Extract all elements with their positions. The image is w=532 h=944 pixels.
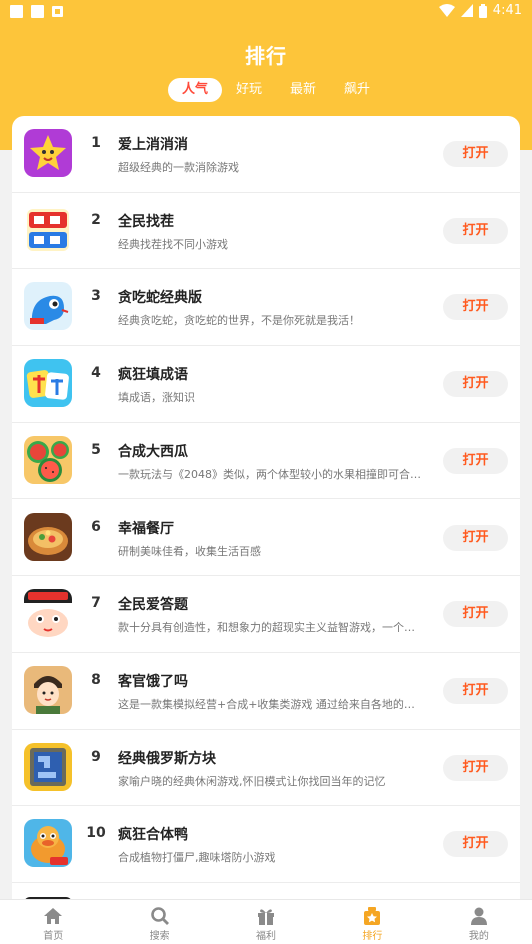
snake-icon (24, 282, 72, 331)
list-item[interactable]: 5 合成大西瓜 一款玩法与《2048》类似，两个体型较小的水果相撞即可合… 打开 (12, 423, 520, 500)
rank-number: 5 (91, 441, 101, 458)
open-button[interactable]: 打开 (443, 371, 508, 398)
notification-icon (10, 5, 23, 18)
nav-ranking[interactable]: 排行 (319, 900, 425, 944)
game-description: 经典贪吃蛇，贪吃蛇的世界，不是你死就是我活！ (118, 314, 360, 328)
notification-icon (31, 5, 44, 18)
nav-label: 我的 (468, 931, 489, 942)
ranking-icon (364, 907, 381, 925)
chef-icon (24, 665, 72, 714)
nav-search[interactable]: 搜索 (106, 900, 212, 944)
list-item[interactable]: 3 贪吃蛇经典版 经典贪吃蛇，贪吃蛇的世界，不是你死就是我活！ 打开 (12, 269, 520, 347)
nav-label: 福利 (256, 931, 277, 942)
game-name: 全民找茬 (118, 213, 174, 230)
status-time: 4:41 (492, 3, 522, 18)
open-button[interactable]: 打开 (443, 141, 508, 167)
gift-icon (258, 909, 275, 925)
duck-icon (24, 819, 72, 868)
game-name: 幸福餐厅 (118, 520, 174, 537)
game-name: 爱上消消消 (118, 137, 188, 153)
idiom-icon (24, 359, 72, 408)
open-button[interactable]: 打开 (443, 217, 508, 244)
list-item[interactable]: 6 幸福餐厅 研制美味佳肴，收集生活百感 打开 (12, 500, 520, 577)
rank-number: 4 (91, 365, 101, 382)
list-item[interactable]: 4 疯狂填成语 填成语，涨知识 打开 (12, 346, 520, 423)
notification-icons (10, 5, 63, 18)
quiz-icon (24, 589, 72, 638)
open-button[interactable]: 打开 (443, 754, 508, 781)
nav-label: 首页 (43, 931, 64, 942)
rank-number: 8 (91, 671, 101, 688)
restaurant-icon (24, 512, 72, 561)
wifi-icon (438, 4, 455, 17)
rank-number: 10 (86, 825, 106, 842)
profile-icon (470, 907, 487, 925)
nav-label: 搜索 (149, 931, 170, 942)
game-ranking-list: 1 爱上消消消 超级经典的一款消除游戏 打开 2 全民找茬 经典找茬找不同小游戏… (12, 116, 520, 916)
game-description: 家喻户晓的经典休闲游戏,怀旧模式让你找回当年的记忆 (118, 774, 386, 788)
rank-number: 3 (91, 288, 101, 305)
tab-popular[interactable]: 人气 (168, 78, 222, 102)
open-button[interactable]: 打开 (443, 524, 508, 551)
list-item[interactable]: 8 客官饿了吗 这是一款集模拟经营+合成+收集类游戏 通过给来自各地的… 打开 (12, 653, 520, 730)
tetris-icon (24, 742, 72, 791)
rank-number: 2 (91, 211, 101, 228)
notification-icon (52, 6, 63, 17)
game-description: 款十分具有创造性，和想象力的超现实主义益智游戏，一个… (118, 621, 415, 635)
tab-newest[interactable]: 最新 (276, 78, 330, 102)
signal-icon (460, 4, 473, 17)
game-description: 这是一款集模拟经营+合成+收集类游戏 通过给来自各地的… (118, 697, 415, 711)
game-description: 填成语，涨知识 (118, 391, 195, 405)
game-name: 经典俄罗斯方块 (118, 750, 216, 767)
nav-welfare[interactable]: 福利 (213, 900, 319, 944)
game-name: 全民爱答题 (118, 597, 188, 614)
home-icon (44, 908, 63, 924)
tab-rising[interactable]: 飙升 (330, 78, 384, 102)
game-name: 疯狂填成语 (118, 367, 188, 384)
search-icon (150, 907, 169, 925)
game-description: 研制美味佳肴，收集生活百感 (118, 544, 261, 558)
open-button[interactable]: 打开 (443, 447, 508, 474)
rank-number: 9 (91, 748, 101, 765)
status-bar: 4:41 (0, 0, 532, 24)
find-difference-icon (24, 205, 72, 254)
list-item[interactable]: 10 疯狂合体鸭 合成植物打僵尸,趣味塔防小游戏 打开 (12, 806, 520, 883)
divider (12, 881, 520, 883)
star-match-icon (24, 129, 72, 177)
open-button[interactable]: 打开 (443, 601, 508, 628)
bottom-navigation: 首页 搜索 福利 排行 我的 (0, 899, 532, 944)
nav-label: 排行 (362, 931, 383, 942)
rank-number: 7 (91, 595, 101, 612)
list-item[interactable]: 1 爱上消消消 超级经典的一款消除游戏 打开 (12, 116, 520, 193)
game-description: 经典找茬找不同小游戏 (118, 237, 228, 251)
open-button[interactable]: 打开 (443, 294, 508, 321)
game-description: 超级经典的一款消除游戏 (118, 161, 239, 174)
nav-home[interactable]: 首页 (0, 900, 106, 944)
game-name: 疯狂合体鸭 (118, 827, 188, 844)
game-description: 一款玩法与《2048》类似，两个体型较小的水果相撞即可合… (118, 467, 421, 481)
tab-fun[interactable]: 好玩 (222, 78, 276, 102)
game-name: 贪吃蛇经典版 (118, 290, 202, 307)
game-description: 合成植物打僵尸,趣味塔防小游戏 (118, 851, 276, 865)
nav-profile[interactable]: 我的 (426, 900, 532, 944)
game-name: 客官饿了吗 (118, 673, 188, 690)
battery-icon (478, 3, 487, 18)
list-item[interactable]: 2 全民找茬 经典找茬找不同小游戏 打开 (12, 193, 520, 270)
game-name: 合成大西瓜 (118, 443, 188, 460)
ranking-tabs: 人气 好玩 最新 飙升 (168, 78, 384, 102)
rank-number: 1 (91, 135, 101, 151)
page-title: 排行 (245, 44, 287, 68)
rank-number: 6 (91, 518, 101, 535)
list-item[interactable]: 7 全民爱答题 款十分具有创造性，和想象力的超现实主义益智游戏，一个… 打开 (12, 576, 520, 653)
list-item[interactable]: 9 经典俄罗斯方块 家喻户晓的经典休闲游戏,怀旧模式让你找回当年的记忆 打开 (12, 730, 520, 807)
open-button[interactable]: 打开 (443, 677, 508, 704)
watermelon-icon (24, 435, 72, 484)
open-button[interactable]: 打开 (443, 831, 508, 858)
